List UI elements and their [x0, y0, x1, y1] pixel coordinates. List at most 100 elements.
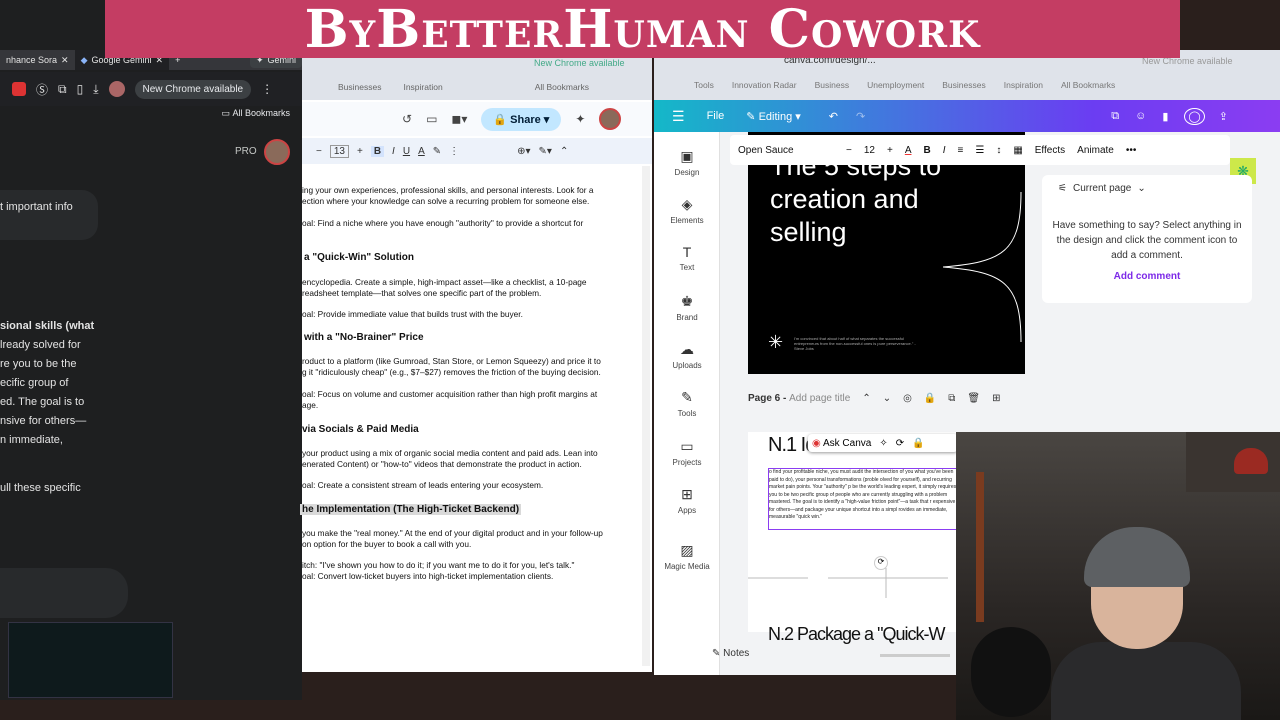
bookmark-inspiration[interactable]: Inspiration	[403, 82, 442, 92]
slide-7-heading[interactable]: N.2 Package a "Quick-W	[768, 624, 956, 645]
extension-icon[interactable]: Ⓢ	[36, 81, 48, 98]
terminal-thumbnail[interactable]	[8, 622, 173, 698]
add-page-icon[interactable]: ⊞	[992, 393, 1000, 404]
sidebar-item-design[interactable]: ▣ Design	[654, 148, 720, 177]
redo-icon[interactable]: ↷	[856, 110, 865, 123]
chevron-up-icon[interactable]: ⌃	[862, 393, 870, 404]
bookmark-all[interactable]: All Bookmarks	[1061, 80, 1115, 90]
font-size-field[interactable]: 12	[864, 145, 875, 156]
lock-icon[interactable]: 🔒	[924, 393, 936, 404]
avatar[interactable]	[264, 139, 290, 165]
bookmark-tools[interactable]: Tools	[694, 80, 714, 90]
menu-icon[interactable]: ☰	[672, 108, 685, 125]
puzzle-icon[interactable]: ⧉	[58, 82, 67, 97]
font-size-field[interactable]: 13	[329, 144, 349, 158]
sidebar-item-uploads[interactable]: ☁ Uploads	[654, 341, 720, 370]
bold-button[interactable]: B	[923, 145, 930, 156]
history-icon[interactable]: ↺	[402, 112, 412, 126]
share-icon[interactable]: ⇪	[1219, 110, 1228, 123]
slide-6-canvas[interactable]: N.1 Id ◉ Ask Canva ✧ ⟳ 🔒 o find your pro…	[748, 432, 958, 632]
bookmark-business[interactable]: Business	[815, 80, 850, 90]
lock-icon[interactable]: 🔒	[912, 438, 924, 449]
underline-button[interactable]: U	[403, 146, 410, 157]
bookmark-inspiration[interactable]: Inspiration	[1004, 80, 1043, 90]
duplicate-icon[interactable]: ⧉	[948, 393, 955, 404]
list-icon[interactable]: ☰	[975, 145, 984, 156]
increase-size-icon[interactable]: +	[357, 146, 363, 157]
zoom-slider[interactable]	[880, 654, 950, 657]
sidebar-item-magic-media[interactable]: ▨ Magic Media	[654, 542, 720, 571]
sidebar-item-elements[interactable]: ◈ Elements	[654, 196, 720, 225]
font-dropdown[interactable]: Open Sauce	[738, 145, 834, 156]
split-icon[interactable]: ▯	[77, 82, 84, 96]
people-icon[interactable]: ☺	[1135, 110, 1146, 122]
bookmark-all[interactable]: All Bookmarks	[535, 82, 589, 92]
menu-icon[interactable]: ⋮	[261, 82, 273, 96]
insights-icon[interactable]: ▮	[1162, 110, 1168, 123]
editing-mode-icon[interactable]: ⊕▾	[517, 146, 530, 157]
layers-icon[interactable]: ⧉	[1111, 110, 1119, 123]
slide-quote[interactable]: I'm convinced that about half of what se…	[794, 336, 926, 351]
add-comment-link[interactable]: Add comment	[1042, 271, 1252, 282]
slide-5-canvas[interactable]: The 5 steps to creation and selling ✳ I'…	[748, 132, 1025, 374]
comment-scope-dropdown[interactable]: ⚟ Current page ⌄	[1058, 183, 1146, 194]
comment-icon[interactable]: ▭	[426, 112, 437, 126]
hide-icon[interactable]: ◎	[903, 393, 912, 404]
download-icon[interactable]: ⤓	[93, 82, 98, 97]
highlight-icon[interactable]: ✎	[433, 146, 441, 157]
scrollbar[interactable]	[642, 166, 650, 666]
bookmark-businesses[interactable]: Businesses	[942, 80, 985, 90]
editing-dropdown[interactable]: ✎ Editing ▾	[746, 110, 801, 123]
transparency-icon[interactable]: ▦	[1013, 145, 1022, 156]
sidebar-item-apps[interactable]: ⊞ Apps	[654, 486, 720, 515]
bookmark-innovation[interactable]: Innovation Radar	[732, 80, 797, 90]
new-chrome-chip[interactable]: New Chrome available	[534, 58, 625, 68]
chevron-down-icon[interactable]: ⌄	[883, 393, 891, 404]
italic-button[interactable]: I	[392, 146, 395, 157]
slide-body-text[interactable]: o find your profitable niche, you must a…	[768, 468, 958, 530]
delete-icon[interactable]: 🗑	[967, 393, 980, 404]
effects-button[interactable]: Effects	[1035, 145, 1065, 156]
close-icon[interactable]: ✕	[61, 55, 69, 66]
align-icon[interactable]: ≡	[958, 145, 964, 156]
magic-edit-icon[interactable]: ✧	[879, 438, 887, 449]
chat-input[interactable]	[0, 568, 128, 618]
italic-button[interactable]: I	[943, 145, 946, 156]
video-icon[interactable]: ◼▾	[451, 112, 467, 126]
red-hat-image	[1234, 448, 1268, 474]
decrease-size-icon[interactable]: −	[316, 146, 322, 157]
more-icon[interactable]: •••	[1126, 145, 1137, 156]
undo-icon[interactable]: ↶	[829, 110, 838, 123]
sidebar-item-projects[interactable]: ▭ Projects	[654, 438, 720, 467]
bold-button[interactable]: B	[370, 145, 385, 157]
tab-sora[interactable]: nhance Sora ✕	[0, 50, 75, 70]
page-title-input[interactable]: Add page title	[789, 393, 850, 404]
avatar[interactable]	[108, 81, 125, 97]
sidebar-item-brand[interactable]: ♚ Brand	[654, 293, 720, 322]
notes-button[interactable]: ✎ Notes	[712, 648, 749, 659]
new-chrome-button[interactable]: New Chrome available	[134, 79, 252, 99]
document-page[interactable]: ing your own experiences, professional s…	[300, 166, 642, 666]
file-menu[interactable]: File	[707, 110, 725, 122]
refresh-icon[interactable]: ⟳	[896, 438, 904, 449]
collapse-icon[interactable]: ⌃	[560, 146, 568, 157]
share-button[interactable]: 🔒 Share ▾	[481, 107, 562, 131]
increase-size-icon[interactable]: +	[887, 145, 893, 156]
pencil-icon[interactable]: ✎▾	[539, 146, 552, 157]
decrease-size-icon[interactable]: −	[846, 145, 852, 156]
text-color-button[interactable]: A	[905, 145, 912, 156]
avatar[interactable]	[599, 108, 622, 130]
animate-button[interactable]: Animate	[1077, 145, 1114, 156]
bookmark-businesses[interactable]: Businesses	[338, 82, 381, 92]
text-color-button[interactable]: A	[418, 146, 425, 157]
bookmark-unemployment[interactable]: Unemployment	[867, 80, 924, 90]
sidebar-item-text[interactable]: T Text	[654, 244, 720, 272]
sidebar-item-tools[interactable]: ✎ Tools	[654, 389, 720, 418]
more-icon[interactable]: ⋮	[449, 146, 459, 157]
comment-icon[interactable]: ◯	[1184, 107, 1205, 125]
extension-icon[interactable]	[12, 82, 26, 96]
ask-canva-button[interactable]: ◉ Ask Canva	[812, 438, 871, 449]
spacing-icon[interactable]: ↕	[996, 145, 1001, 156]
gemini-icon[interactable]: ✦	[575, 112, 585, 126]
all-bookmarks[interactable]: All Bookmarks	[232, 108, 290, 118]
